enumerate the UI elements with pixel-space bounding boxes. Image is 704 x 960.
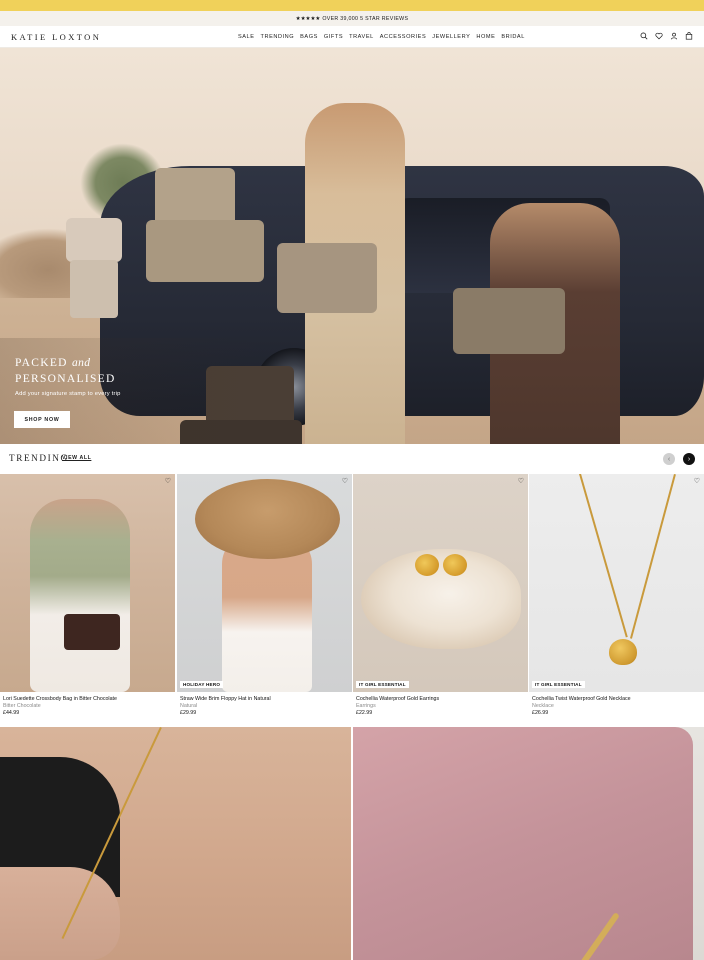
product-variant: Earrings bbox=[356, 703, 376, 709]
product-name[interactable]: Cochellia Twist Waterproof Gold Necklace bbox=[532, 696, 631, 702]
shop-now-label: SHOP NOW bbox=[24, 416, 60, 423]
product-variant: Bitter Chocolate bbox=[3, 703, 41, 709]
carousel-next-button[interactable]: › bbox=[683, 453, 695, 465]
product-card[interactable]: ♡ HOLIDAY HERO Straw Wide Brim Floppy Ha… bbox=[177, 474, 352, 726]
nav-item-sale[interactable]: SALE bbox=[238, 34, 255, 40]
promo-tile-necklace[interactable] bbox=[0, 727, 351, 960]
wishlist-heart-icon[interactable]: ♡ bbox=[165, 477, 171, 485]
product-image[interactable]: ♡ bbox=[353, 474, 528, 692]
product-earring bbox=[415, 554, 439, 576]
product-shell bbox=[361, 549, 521, 649]
product-model bbox=[30, 499, 130, 692]
reviews-bar: ★★★★★ OVER 39,000 5 STAR REVIEWS bbox=[0, 11, 704, 26]
hero-bag bbox=[66, 218, 122, 262]
tile-wallet bbox=[353, 727, 693, 960]
product-card[interactable]: ♡ IT GIRL ESSENTIAL Cochellia Waterproof… bbox=[353, 474, 528, 726]
header-icons bbox=[640, 32, 693, 40]
hero-title: PACKED and PERSONALISED bbox=[15, 355, 116, 387]
heart-icon[interactable] bbox=[655, 32, 663, 40]
product-card[interactable]: ♡ Lori Suedette Crossbody Bag in Bitter … bbox=[0, 474, 175, 726]
nav-item-accessories[interactable]: ACCESSORIES bbox=[380, 34, 426, 40]
wishlist-heart-icon[interactable]: ♡ bbox=[518, 477, 524, 485]
product-image[interactable]: ♡ bbox=[0, 474, 175, 692]
product-name[interactable]: Cochellia Waterproof Gold Earrings bbox=[356, 696, 439, 702]
chevron-right-icon: › bbox=[687, 455, 691, 463]
trending-title: TRENDING bbox=[9, 453, 69, 463]
view-all-link[interactable]: VIEW ALL bbox=[62, 455, 91, 461]
hero-banner[interactable]: PACKED and PERSONALISED Add your signatu… bbox=[0, 48, 704, 444]
reviews-text: OVER 39,000 5 STAR REVIEWS bbox=[322, 15, 409, 22]
shop-now-button[interactable]: SHOP NOW bbox=[14, 411, 70, 428]
nav-item-jewellery[interactable]: JEWELLERY bbox=[432, 34, 470, 40]
tile-hand bbox=[0, 867, 120, 960]
site-header: KATIE LOXTON SALE TRENDING BAGS GIFTS TR… bbox=[0, 26, 704, 48]
main-nav: SALE TRENDING BAGS GIFTS TRAVEL ACCESSOR… bbox=[238, 34, 525, 40]
product-price: £44.99 bbox=[3, 710, 20, 716]
hero-bag bbox=[155, 168, 235, 228]
product-image[interactable]: ♡ bbox=[529, 474, 704, 692]
carousel-prev-button[interactable]: ‹ bbox=[663, 453, 675, 465]
product-badge: HOLIDAY HERO bbox=[180, 681, 224, 688]
star-rating-icon: ★★★★★ bbox=[295, 15, 321, 22]
search-icon[interactable] bbox=[640, 32, 648, 40]
product-variant: Necklace bbox=[532, 703, 554, 709]
nav-item-gifts[interactable]: GIFTS bbox=[324, 34, 343, 40]
hero-subtitle: Add your signature stamp to every trip bbox=[15, 391, 121, 397]
nav-item-trending[interactable]: TRENDING bbox=[261, 34, 295, 40]
product-necklace-chain bbox=[579, 474, 628, 638]
product-bag bbox=[64, 614, 120, 650]
product-price: £22.99 bbox=[356, 710, 373, 716]
hero-title-line2: PERSONALISED bbox=[15, 373, 116, 385]
product-name[interactable]: Straw Wide Brim Floppy Hat in Natural bbox=[180, 696, 271, 702]
product-badge: IT GIRL ESSENTIAL bbox=[532, 681, 585, 688]
product-necklace-chain bbox=[630, 474, 676, 639]
product-price: £29.99 bbox=[180, 710, 197, 716]
product-card[interactable]: ♡ IT GIRL ESSENTIAL Cochellia Twist Wate… bbox=[529, 474, 704, 726]
brand-logo[interactable]: KATIE LOXTON bbox=[11, 32, 101, 42]
hero-bag bbox=[277, 243, 377, 313]
user-icon[interactable] bbox=[670, 32, 678, 40]
hero-bag bbox=[453, 288, 565, 354]
promo-bar[interactable] bbox=[0, 0, 704, 11]
hero-title-and: and bbox=[71, 357, 91, 369]
product-variant: Natural bbox=[180, 703, 198, 709]
product-badge: IT GIRL ESSENTIAL bbox=[356, 681, 409, 688]
nav-item-bags[interactable]: BAGS bbox=[300, 34, 318, 40]
bag-icon[interactable] bbox=[685, 32, 693, 40]
wishlist-heart-icon[interactable]: ♡ bbox=[342, 477, 348, 485]
product-earring bbox=[443, 554, 467, 576]
hero-title-word: PACKED bbox=[15, 357, 68, 369]
hero-bag bbox=[146, 220, 264, 282]
hero-suitcase bbox=[70, 260, 118, 318]
nav-item-travel[interactable]: TRAVEL bbox=[349, 34, 374, 40]
nav-item-bridal[interactable]: BRIDAL bbox=[501, 34, 525, 40]
chevron-left-icon: ‹ bbox=[667, 455, 671, 463]
product-name[interactable]: Lori Suedette Crossbody Bag in Bitter Ch… bbox=[3, 696, 117, 702]
wishlist-heart-icon[interactable]: ♡ bbox=[694, 477, 700, 485]
product-pendant bbox=[609, 639, 637, 665]
product-image[interactable]: ♡ bbox=[177, 474, 352, 692]
trending-section-header: TRENDING VIEW ALL ‹ › bbox=[0, 444, 704, 473]
product-price: £26.99 bbox=[532, 710, 549, 716]
product-hat bbox=[195, 479, 340, 559]
promo-tile-wallet[interactable] bbox=[353, 727, 704, 960]
nav-item-home[interactable]: HOME bbox=[476, 34, 495, 40]
